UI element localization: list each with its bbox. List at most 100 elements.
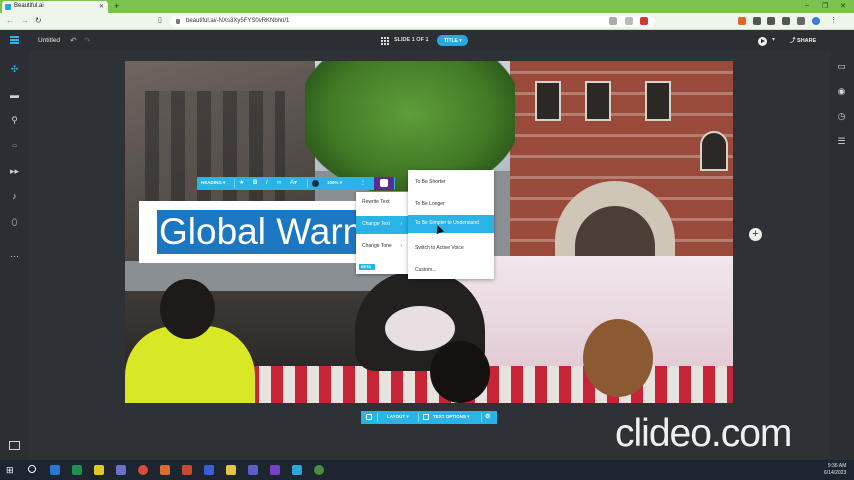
menu-item-change-text[interactable]: Change Text › [356,216,408,234]
redo-icon[interactable]: ↷ [84,36,91,45]
extension-icon[interactable] [753,17,761,25]
hamburger-menu-icon[interactable] [10,36,19,44]
kebab-menu-icon[interactable]: ⋮ [360,179,366,188]
folder-icon[interactable] [226,465,236,475]
slide-counter[interactable]: SLIDE 1 OF 1 [394,37,429,43]
maximize-icon[interactable]: ❐ [822,2,828,10]
text-options-dropdown[interactable]: TEXT OPTIONS ▾ [433,414,470,420]
submenu-item-simpler[interactable]: To Be Simpler to Understand [408,215,494,233]
photo-window [535,81,561,121]
layout-icon[interactable]: ▬ [9,90,20,101]
app-icon[interactable] [204,465,214,475]
document-title[interactable]: Untitled [38,37,60,44]
kebab-menu-icon[interactable]: ⋮ [830,17,838,25]
extension-icon[interactable] [767,17,775,25]
minimize-icon[interactable]: – [805,2,809,9]
star-icon[interactable] [625,17,633,25]
url-text: beautiful.ai/-NXs3Xy5FYS0vRKNbhn/1 [186,18,290,24]
undo-icon[interactable]: ↶ [70,36,77,45]
back-icon[interactable]: ← [6,15,14,27]
text-style-dropdown[interactable]: HEADING ▾ [201,180,225,186]
submenu-item-shorter[interactable]: To Be Shorter [408,174,494,192]
file-explorer-icon[interactable] [94,465,104,475]
slide-title-text[interactable]: Global Warming [159,210,359,254]
browser-tab[interactable]: Beautiful.ai ✕ [2,1,108,13]
text-color-icon[interactable]: A▾ [290,179,297,188]
app-icon[interactable] [292,465,302,475]
extensions-puzzle-icon[interactable] [782,17,790,25]
submenu-item-label: Custom... [415,267,437,273]
clock-date: 6/14/2023 [824,470,847,476]
divider [481,413,482,422]
sidebar-toggle-icon[interactable] [797,17,805,25]
more-options-icon[interactable]: ⋯ [9,251,20,262]
mouse-icon[interactable]: ⬯ [9,217,20,228]
text-options-icon [423,414,429,420]
gear-icon[interactable]: ⚙ [485,413,490,420]
submenu-item-label: To Be Longer [415,201,445,207]
chevron-down-icon[interactable]: ▾ [772,36,775,43]
reload-icon[interactable]: ↻ [35,15,42,27]
extension-icon[interactable] [640,17,648,25]
teams-icon[interactable] [248,465,258,475]
slide-grid-icon[interactable] [381,37,389,45]
play-icon[interactable] [758,37,767,46]
change-text-submenu: To Be Shorter To Be Longer To Be Simpler… [408,170,494,279]
user-icon[interactable]: ◉ [836,86,847,97]
add-slide-button[interactable]: + [749,228,762,241]
app-icon[interactable] [116,465,126,475]
ai-assistant-button[interactable] [374,177,394,190]
new-tab-button[interactable]: + [114,1,119,11]
link-icon[interactable]: ∞ [277,179,281,188]
text-size-dropdown[interactable]: 100% ▾ [327,180,342,186]
forward-icon[interactable]: → [21,15,29,27]
bold-icon[interactable]: B [253,179,257,188]
add-element-icon[interactable]: ✣ [9,64,20,75]
menu-item-rewrite-text[interactable]: Rewrite Text [356,194,408,212]
history-icon[interactable]: ◷ [836,111,847,122]
keyboard-shortcuts-icon[interactable] [9,441,20,450]
robot-icon [380,179,388,187]
menu-item-change-tone[interactable]: Change Tone › [356,238,408,256]
title-dropdown-button[interactable]: TITLE ▾ [437,35,468,46]
submenu-item-custom[interactable]: Custom... [408,262,494,280]
lock-icon [176,19,180,24]
layout-dropdown[interactable]: LAYOUT ▾ [387,414,409,420]
pin-icon[interactable]: ⚲ [9,115,20,126]
outlook-icon[interactable] [50,465,60,475]
share-button[interactable]: ⤴ SHARE [790,36,816,44]
submenu-item-longer[interactable]: To Be Longer [408,196,494,214]
image-icon[interactable] [366,414,372,420]
visual-studio-icon[interactable] [270,465,280,475]
emphasis-icon[interactable]: ★ [239,179,244,188]
italic-icon[interactable]: I [266,179,268,188]
settings-icon[interactable]: ☰ [836,136,847,147]
windows-taskbar [0,460,854,480]
extension-icon[interactable] [738,17,746,25]
animation-icon[interactable]: ▸▸ [9,166,20,177]
text-abc-icon[interactable]: ▭ [9,141,20,152]
share-icon: ⤴ [790,38,798,44]
brave-browser-icon[interactable] [138,465,148,475]
photo-person [583,319,653,397]
share-page-icon[interactable] [609,17,617,25]
ai-menu: Rewrite Text Change Text › Change Tone › [356,192,408,274]
watermark: clideo.com [615,412,792,455]
bookmark-page-icon[interactable]: ▯ [158,15,162,27]
taskbar-clock[interactable]: 9:36 AM 6/14/2023 [824,463,846,477]
app-icon[interactable] [160,465,170,475]
search-icon[interactable] [28,465,36,473]
divider [418,413,419,422]
windows-start-icon[interactable]: ⊞ [6,465,16,475]
close-window-icon[interactable]: ✕ [840,2,846,10]
app-icon[interactable] [182,465,192,475]
profile-avatar[interactable] [812,17,820,25]
close-tab-icon[interactable]: ✕ [99,3,104,10]
submenu-item-active-voice[interactable]: Switch to Active Voice [408,240,494,258]
chrome-icon[interactable] [314,465,324,475]
address-bar[interactable]: beautiful.ai/-NXs3Xy5FYS0vRKNbhn/1 [170,16,655,27]
comment-icon[interactable]: ▭ [836,61,847,72]
color-swatch-icon[interactable] [312,180,319,187]
microphone-icon[interactable]: ♪ [9,191,20,202]
excel-icon[interactable] [72,465,82,475]
